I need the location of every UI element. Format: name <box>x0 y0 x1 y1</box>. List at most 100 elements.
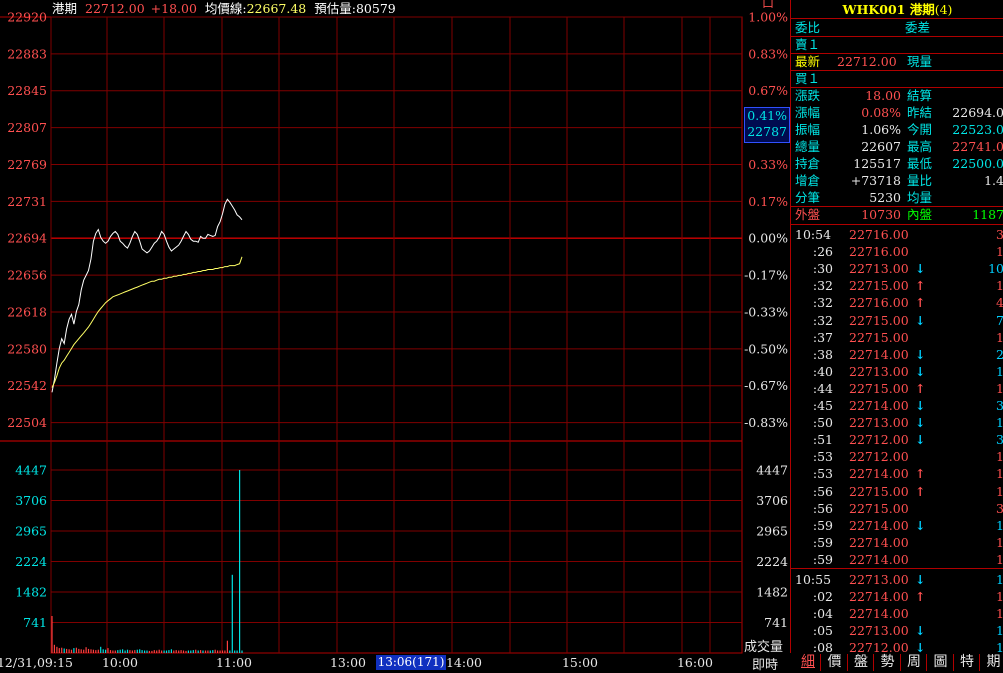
window-mark-icon[interactable]: 口 <box>762 0 774 11</box>
tick-time: 10:55 <box>795 571 831 588</box>
tick-row[interactable]: :5622715.003 <box>791 500 1003 517</box>
tick-time: :53 <box>793 448 833 465</box>
tick-volume: 1 <box>971 414 1003 431</box>
stat-row: 振幅1.06%今開22523.0 <box>791 121 1003 138</box>
tick-row[interactable]: :5322714.00↑1 <box>791 465 1003 482</box>
stat-row: 漲幅0.08%昨結22694.0 <box>791 104 1003 121</box>
realtime-label[interactable]: 即時 <box>752 654 778 673</box>
tick-row[interactable]: :0522713.00↓1 <box>791 622 1003 639</box>
stat-row: 分筆5230均量 <box>791 189 1003 206</box>
tick-row[interactable]: :0422714.001 <box>791 605 1003 622</box>
tick-price: 22716.00 <box>849 243 909 260</box>
intraday-chart[interactable]: 229201.00%228830.83%228450.67%2280722769… <box>0 0 790 672</box>
tick-row[interactable]: :5622715.00↑1 <box>791 483 1003 500</box>
last-price: 22712.00 <box>85 1 145 16</box>
arrow-up-icon: ↑ <box>915 588 925 605</box>
pct-tick-label: -0.67% <box>744 378 788 393</box>
arrow-down-icon: ↓ <box>915 414 925 431</box>
tab-1[interactable]: 細 <box>796 654 821 671</box>
tick-price: 22714.00 <box>849 534 909 551</box>
tick-row[interactable]: :3022713.00↓10 <box>791 260 1003 277</box>
tick-row[interactable]: :4522714.00↓3 <box>791 397 1003 414</box>
tick-volume: 1 <box>971 571 1003 588</box>
tick-time: 10:54 <box>795 226 831 243</box>
tick-time: :05 <box>793 622 833 639</box>
tick-time: :59 <box>793 551 833 568</box>
tick-volume: 1 <box>971 534 1003 551</box>
tick-row[interactable]: :5322712.001 <box>791 448 1003 465</box>
tick-row[interactable]: :4022713.00↓1 <box>791 363 1003 380</box>
tick-volume: 1 <box>971 465 1003 482</box>
stat-value: 0.08% <box>835 104 901 121</box>
tab-5[interactable]: 周 <box>902 654 927 671</box>
tick-row[interactable]: :3222716.00↑4 <box>791 294 1003 311</box>
tick-time: :45 <box>793 397 833 414</box>
weibi-label: 委比 <box>795 19 820 36</box>
tick-row[interactable]: :0222714.00↑1 <box>791 588 1003 605</box>
tick-price: 22714.00 <box>849 346 909 363</box>
tab-3[interactable]: 盤 <box>849 654 874 671</box>
price-tick-label: 22807 <box>7 120 47 135</box>
tick-volume: 3 <box>971 431 1003 448</box>
pct-tick-label: 0.83% <box>748 46 788 61</box>
symbol-name: 港期 <box>52 1 77 16</box>
pct-tick-label: 0.67% <box>748 83 788 98</box>
avg-label: 均價線: <box>205 1 247 16</box>
stat-label: 漲跌 <box>795 87 820 104</box>
stat-row: 增倉+73718量比1.4 <box>791 172 1003 189</box>
tick-row[interactable]: 10:5522713.00↓1 <box>791 571 1003 588</box>
tick-row[interactable]: :5122712.00↓3 <box>791 431 1003 448</box>
tab-2[interactable]: 價 <box>823 654 848 671</box>
tick-price: 22713.00 <box>849 363 909 380</box>
cursor-readout: 0.41% 22787 <box>744 107 790 143</box>
tick-row[interactable]: :5022713.00↓1 <box>791 414 1003 431</box>
tick-row[interactable]: :5922714.001 <box>791 534 1003 551</box>
stat-value: 18.00 <box>835 87 901 104</box>
time-tick-label: 13:00 <box>330 655 366 670</box>
volume-tick-label: 1482 <box>15 585 47 600</box>
volume-tick-label-right: 741 <box>764 615 788 630</box>
tick-price: 22712.00 <box>849 448 909 465</box>
tick-row[interactable]: :3222715.00↑1 <box>791 277 1003 294</box>
tick-price: 22714.00 <box>849 397 909 414</box>
tick-volume: 1 <box>971 551 1003 568</box>
stat-value: 125517 <box>835 155 901 172</box>
inner-value: 1187 <box>951 206 1003 223</box>
tick-row[interactable]: :3822714.00↓2 <box>791 346 1003 363</box>
tick-volume: 3 <box>971 500 1003 517</box>
arrow-down-icon: ↓ <box>915 431 925 448</box>
volume-tick-label: 741 <box>23 615 47 630</box>
tick-volume: 1 <box>971 329 1003 346</box>
tick-row[interactable]: :4422715.00↑1 <box>791 380 1003 397</box>
tick-time: :37 <box>793 329 833 346</box>
volume-tick-label: 2965 <box>15 524 47 539</box>
volume-tick-label-right: 3706 <box>756 493 788 508</box>
stat-label: 總量 <box>795 138 820 155</box>
pct-tick-label: 1.00% <box>748 10 788 25</box>
tick-row[interactable]: :5922714.001 <box>791 551 1003 568</box>
tick-time: :32 <box>793 277 833 294</box>
time-tick-label: 10:00 <box>102 655 138 670</box>
quote-title: WHK001 港期(4) <box>791 1 1003 18</box>
tick-row[interactable]: :3722715.001 <box>791 329 1003 346</box>
tab-4[interactable]: 勢 <box>876 654 901 671</box>
avg-value: 22667.48 <box>247 1 307 16</box>
tick-price: 22715.00 <box>849 483 909 500</box>
tab-6[interactable]: 圖 <box>929 654 954 671</box>
pct-tick-label: 0.00% <box>748 231 788 246</box>
stat-label: 最低 <box>907 155 932 172</box>
tab-7[interactable]: 特 <box>955 654 980 671</box>
tick-volume: 1 <box>971 243 1003 260</box>
tick-row[interactable]: :5922714.00↓1 <box>791 517 1003 534</box>
volume-tick-label-right: 4447 <box>756 463 788 478</box>
time-tick-label: 11:00 <box>216 655 252 670</box>
tab-8[interactable]: 期 <box>982 654 1003 671</box>
weicha-label: 委差 <box>905 19 930 36</box>
tick-row[interactable]: 10:5422716.003 <box>791 226 1003 243</box>
tick-row[interactable]: :2622716.001 <box>791 243 1003 260</box>
tick-price: 22713.00 <box>849 622 909 639</box>
tick-row[interactable]: :3222715.00↓7 <box>791 312 1003 329</box>
arrow-up-icon: ↑ <box>915 380 925 397</box>
tick-volume: 1 <box>971 483 1003 500</box>
price-change: +18.00 <box>151 1 197 16</box>
